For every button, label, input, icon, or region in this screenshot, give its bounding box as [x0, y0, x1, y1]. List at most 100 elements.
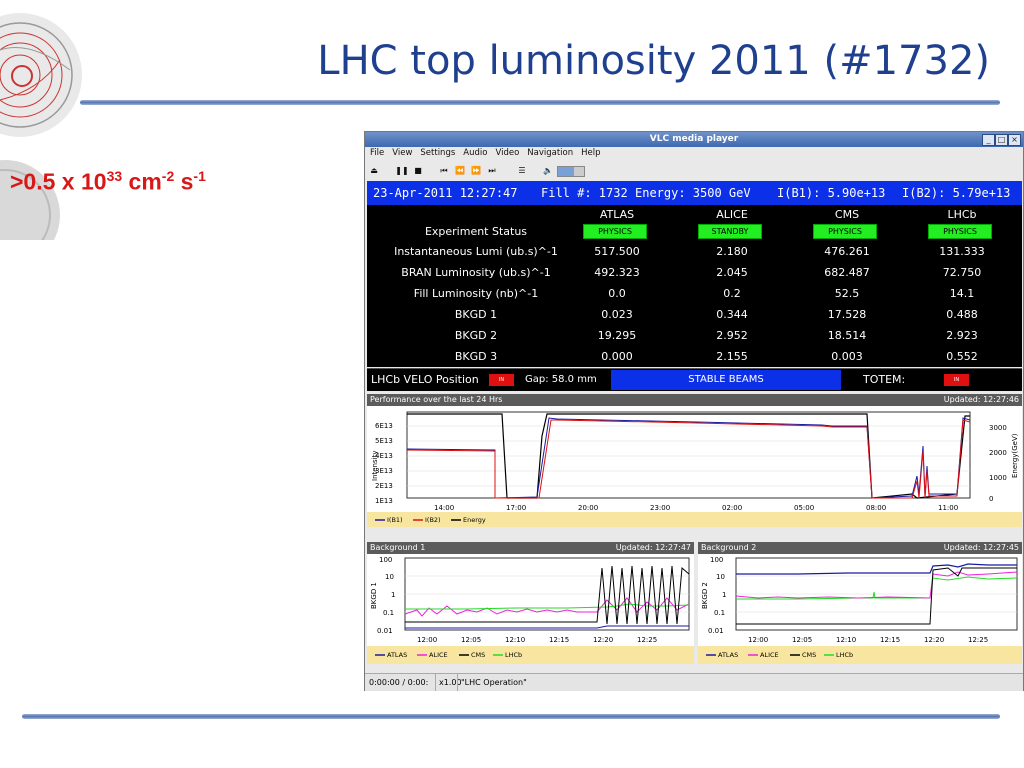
legend-alice: ALICE [760, 651, 779, 659]
minimize-icon[interactable]: _ [982, 134, 995, 146]
menu-settings[interactable]: Settings [420, 148, 455, 158]
background2-updated: Updated: 12:27:45 [943, 543, 1019, 552]
table-cell: 17.528 [827, 308, 867, 321]
menu-bar: File View Settings Audio Video Navigation Help [365, 148, 1023, 162]
background1-updated: Updated: 12:27:47 [615, 543, 691, 552]
performance-updated: Updated: 12:27:46 [943, 395, 1019, 404]
playlist-name: "LHC Operation" [457, 674, 527, 691]
row-label: Instantaneous Lumi (ub.s)^-1 [394, 245, 558, 258]
beam-mode-badge: STABLE BEAMS [611, 370, 841, 390]
x-tick: 12:00 [748, 636, 768, 644]
lhc-info-bar: 23-Apr-2011 12:27:47 Fill #: 1732 Energy… [367, 181, 1022, 205]
performance-chart: 6E13 5E13 4E13 3E13 2E13 1E13 Intensity … [367, 406, 1022, 512]
table-cell: 2.952 [716, 329, 748, 342]
legend-atlas: ATLAS [387, 651, 407, 659]
y-tick: 1 [722, 591, 726, 599]
y2-tick: 0 [989, 495, 993, 503]
y-axis-label: BKGD 2 [701, 582, 709, 609]
playback-time: 0:00:00 / 0:00: [369, 678, 429, 687]
table-cell: 492.323 [594, 266, 640, 279]
menu-view[interactable]: View [392, 148, 412, 158]
menu-file[interactable]: File [370, 148, 384, 158]
table-cell: 476.261 [824, 245, 870, 258]
y-tick: 100 [710, 556, 723, 564]
background1-legend: ATLAS ALICE CMS LHCb [367, 646, 694, 664]
pause-icon[interactable]: ❚❚ [395, 165, 409, 177]
skip-back-icon[interactable]: ⏮ [437, 165, 451, 177]
performance-legend: I(B1) I(B2) Energy [367, 512, 1022, 527]
table-cell: 72.750 [942, 266, 982, 279]
x-tick: 23:00 [650, 504, 670, 512]
maximize-icon[interactable]: □ [995, 134, 1008, 146]
table-cell: 2.180 [716, 245, 748, 258]
legend-beam2: I(B2) [425, 516, 441, 524]
eject-icon[interactable]: ⏏ [367, 165, 381, 177]
legend-atlas: ATLAS [718, 651, 738, 659]
x-tick: 12:25 [637, 636, 657, 644]
table-cell: 682.487 [824, 266, 870, 279]
status-badge-atlas: PHYSICS [583, 224, 647, 239]
table-cell: 14.1 [949, 287, 975, 300]
menu-video[interactable]: Video [495, 148, 519, 158]
volume-slider[interactable] [557, 166, 585, 177]
totem-label: TOTEM: [863, 373, 906, 386]
row-label: Fill Luminosity (nb)^-1 [413, 287, 539, 300]
status-bar: 0:00:00 / 0:00: x1.00 "LHC Operation" [365, 673, 1023, 691]
x-tick: 12:20 [593, 636, 613, 644]
menu-navigation[interactable]: Navigation [527, 148, 573, 158]
table-cell: 0.344 [716, 308, 748, 321]
background2-header: Background 2 Updated: 12:27:45 [698, 542, 1022, 554]
y-axis-label: BKGD 1 [370, 582, 378, 609]
background1-title: Background 1 [370, 543, 426, 552]
rewind-icon[interactable]: ⏪ [453, 165, 467, 177]
x-tick: 12:10 [505, 636, 525, 644]
y-tick: 0.1 [383, 609, 394, 617]
menu-help[interactable]: Help [581, 148, 600, 158]
menu-audio[interactable]: Audio [463, 148, 487, 158]
table-cell: 52.5 [834, 287, 860, 300]
x-tick: 12:15 [880, 636, 900, 644]
row-label: BKGD 3 [454, 350, 498, 363]
fast-forward-icon[interactable]: ⏩ [469, 165, 483, 177]
background2-title: Background 2 [701, 543, 757, 552]
legend-lhcb: LHCb [505, 651, 522, 659]
column-header-atlas: ATLAS [599, 208, 635, 221]
row-label: BKGD 2 [454, 329, 498, 342]
totem-state-indicator: IN [944, 374, 969, 386]
legend-cms: CMS [471, 651, 485, 659]
y2-tick: 1000 [989, 474, 1007, 482]
fill-number: Fill #: 1732 [541, 186, 628, 200]
legend-alice: ALICE [429, 651, 448, 659]
close-icon[interactable]: × [1008, 134, 1021, 146]
column-header-alice: ALICE [716, 208, 748, 221]
x-tick: 12:05 [792, 636, 812, 644]
x-tick: 14:00 [434, 504, 454, 512]
table-cell: 18.514 [827, 329, 867, 342]
x-tick: 20:00 [578, 504, 598, 512]
row-label-status: Experiment Status [424, 225, 528, 238]
y2-tick: 2000 [989, 449, 1007, 457]
velo-state-indicator: IN [489, 374, 514, 386]
title-divider [80, 100, 1000, 105]
y-tick: 10 [716, 573, 725, 581]
y-tick: 5E13 [375, 437, 393, 445]
velo-gap: Gap: 58.0 mm [525, 374, 597, 385]
table-cell: 2.923 [946, 329, 978, 342]
playback-toolbar: ⏏ ❚❚ ■ ⏮ ⏪ ⏩ ⏭ ☰ 🔈 [365, 163, 1023, 179]
stop-icon[interactable]: ■ [411, 165, 425, 177]
playlist-icon[interactable]: ☰ [515, 165, 529, 177]
status-badge-cms: PHYSICS [813, 224, 877, 239]
beam-status-bar: LHCb VELO Position IN Gap: 58.0 mm STABL… [367, 368, 1022, 391]
speaker-icon[interactable]: 🔈 [541, 165, 555, 177]
x-tick: 12:00 [417, 636, 437, 644]
table-cell: 131.333 [939, 245, 985, 258]
luminosity-subtitle: >0.5 x 1033 cm-2 s-1 [10, 168, 206, 195]
beam-energy: Energy: 3500 GeV [635, 186, 751, 200]
skip-forward-icon[interactable]: ⏭ [485, 165, 499, 177]
x-tick: 12:15 [549, 636, 569, 644]
slide-title: LHC top luminosity 2011 (#1732) [317, 38, 990, 84]
column-header-cms: CMS [834, 208, 860, 221]
performance-header: Performance over the last 24 Hrs Updated… [367, 394, 1022, 406]
beam1-intensity: I(B1): 5.90e+13 [777, 186, 886, 200]
table-cell: 0.003 [831, 350, 863, 363]
